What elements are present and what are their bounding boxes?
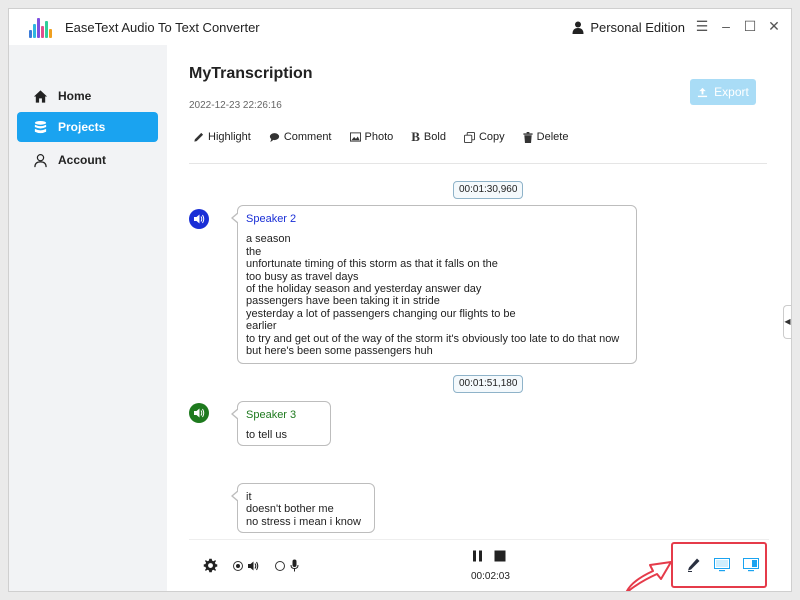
edition-label[interactable]: Personal Edition xyxy=(572,20,685,35)
transcript-bubble[interactable]: Speaker 2 a season the unfortunate timin… xyxy=(231,205,637,364)
split-view-icon[interactable] xyxy=(743,558,759,572)
speaker-label[interactable]: Speaker 3 xyxy=(246,409,322,421)
trash-icon xyxy=(523,131,533,143)
transcript-line: unfortunate timing of this storm as that… xyxy=(246,258,498,271)
highlight-button[interactable]: Highlight xyxy=(193,129,251,145)
copy-label: Copy xyxy=(478,131,505,143)
sidebar-item-label: Projects xyxy=(58,120,106,134)
app-window: EaseText Audio To Text Converter Persona… xyxy=(8,8,792,592)
timestamp-badge[interactable]: 00:01:51,180 xyxy=(453,375,524,393)
edition-text: Personal Edition xyxy=(590,20,685,35)
copy-button[interactable]: Copy xyxy=(463,129,505,145)
transcript-line: it xyxy=(246,491,252,503)
photo-label: Photo xyxy=(364,131,394,143)
transcript-bubble[interactable]: it doesn't bother me no stress i mean i … xyxy=(231,483,375,533)
gear-icon[interactable] xyxy=(203,558,218,573)
side-panel-toggle[interactable]: ◀ xyxy=(783,305,791,339)
timestamp-badge[interactable]: 00:01:30,960 xyxy=(453,181,524,199)
elapsed-time: 00:02:03 xyxy=(471,571,510,582)
transcript-line: of the holiday season and yesterday answ… xyxy=(246,283,482,296)
upload-icon xyxy=(698,87,708,97)
source-speaker-radio[interactable] xyxy=(233,561,243,571)
transcript-line: too busy as travel days xyxy=(246,270,359,283)
transcript-line: passengers have been taking it in stride xyxy=(246,295,440,308)
transcript-line: the xyxy=(246,245,262,258)
pause-icon[interactable] xyxy=(472,550,483,562)
comment-icon xyxy=(269,132,279,142)
sidebar-item-label: Home xyxy=(58,89,92,103)
export-button[interactable]: Export xyxy=(690,79,756,105)
sidebar-item-label: Account xyxy=(58,153,106,167)
toolbar-divider xyxy=(189,163,767,164)
speaker-icon xyxy=(248,561,259,571)
title-bar: EaseText Audio To Text Converter Persona… xyxy=(9,9,791,45)
annotation-arrow-icon xyxy=(625,561,672,591)
microphone-icon xyxy=(290,559,299,572)
page-title: MyTranscription xyxy=(189,65,313,82)
sidebar-item-projects[interactable]: Projects xyxy=(17,112,158,142)
transcript-line: but here's been some passengers huh xyxy=(246,345,433,358)
stop-icon[interactable] xyxy=(494,550,506,562)
user-icon xyxy=(34,153,47,167)
photo-button[interactable]: Photo xyxy=(349,129,394,145)
user-icon xyxy=(572,21,584,34)
image-icon xyxy=(349,132,361,142)
transcript-line: earlier xyxy=(246,320,277,333)
monitor-icon[interactable] xyxy=(714,558,730,572)
highlighter-icon xyxy=(194,132,204,142)
delete-button[interactable]: Delete xyxy=(523,129,569,145)
comment-label: Comment xyxy=(283,131,332,143)
sidebar-item-account[interactable]: Account xyxy=(17,145,158,175)
transcript-bubble[interactable]: Speaker 3 to tell us xyxy=(231,401,331,446)
transcript-line: to try and get out of the way of the sto… xyxy=(246,332,620,345)
copy-icon xyxy=(463,131,475,143)
app-title: EaseText Audio To Text Converter xyxy=(65,20,260,35)
source-mic-radio[interactable] xyxy=(275,561,285,571)
transcript-line: a season xyxy=(246,233,291,246)
highlight-label: Highlight xyxy=(208,131,251,143)
speaker-label[interactable]: Speaker 2 xyxy=(246,213,628,225)
speaker-audio-icon[interactable] xyxy=(189,403,209,423)
document-date: 2022-12-23 22:26:16 xyxy=(189,100,282,111)
transcript-line: yesterday a lot of passengers changing o… xyxy=(246,307,516,320)
window-controls: ☰ – ☐ ✕ xyxy=(695,19,781,33)
export-label: Export xyxy=(714,85,749,99)
comment-button[interactable]: Comment xyxy=(269,129,332,145)
transcript-line: no stress i mean i know xyxy=(246,515,361,528)
maximize-icon[interactable]: ☐ xyxy=(743,19,757,33)
edit-pen-icon[interactable] xyxy=(687,558,700,572)
edit-toolbar: Highlight Comment Photo B Bold Copy Dele… xyxy=(193,129,568,145)
menu-icon[interactable]: ☰ xyxy=(695,19,709,33)
minimize-icon[interactable]: – xyxy=(719,19,733,33)
transcript-line: to tell us xyxy=(246,429,287,442)
bold-icon: B xyxy=(411,129,420,144)
home-icon xyxy=(33,89,48,103)
close-icon[interactable]: ✕ xyxy=(767,19,781,33)
main-panel: MyTranscription 2022-12-23 22:26:16 Expo… xyxy=(167,45,791,591)
delete-label: Delete xyxy=(536,131,569,143)
app-logo-icon xyxy=(29,18,55,38)
sidebar-item-home[interactable]: Home xyxy=(17,81,158,111)
database-icon xyxy=(34,120,47,133)
playback-bar: 00:02:03 xyxy=(189,539,769,591)
bold-label: Bold xyxy=(423,131,446,143)
sidebar: Home Projects Account xyxy=(9,45,167,591)
bold-button[interactable]: B Bold xyxy=(411,129,446,145)
transcript-line: doesn't bother me xyxy=(246,503,334,516)
speaker-audio-icon[interactable] xyxy=(189,209,209,229)
